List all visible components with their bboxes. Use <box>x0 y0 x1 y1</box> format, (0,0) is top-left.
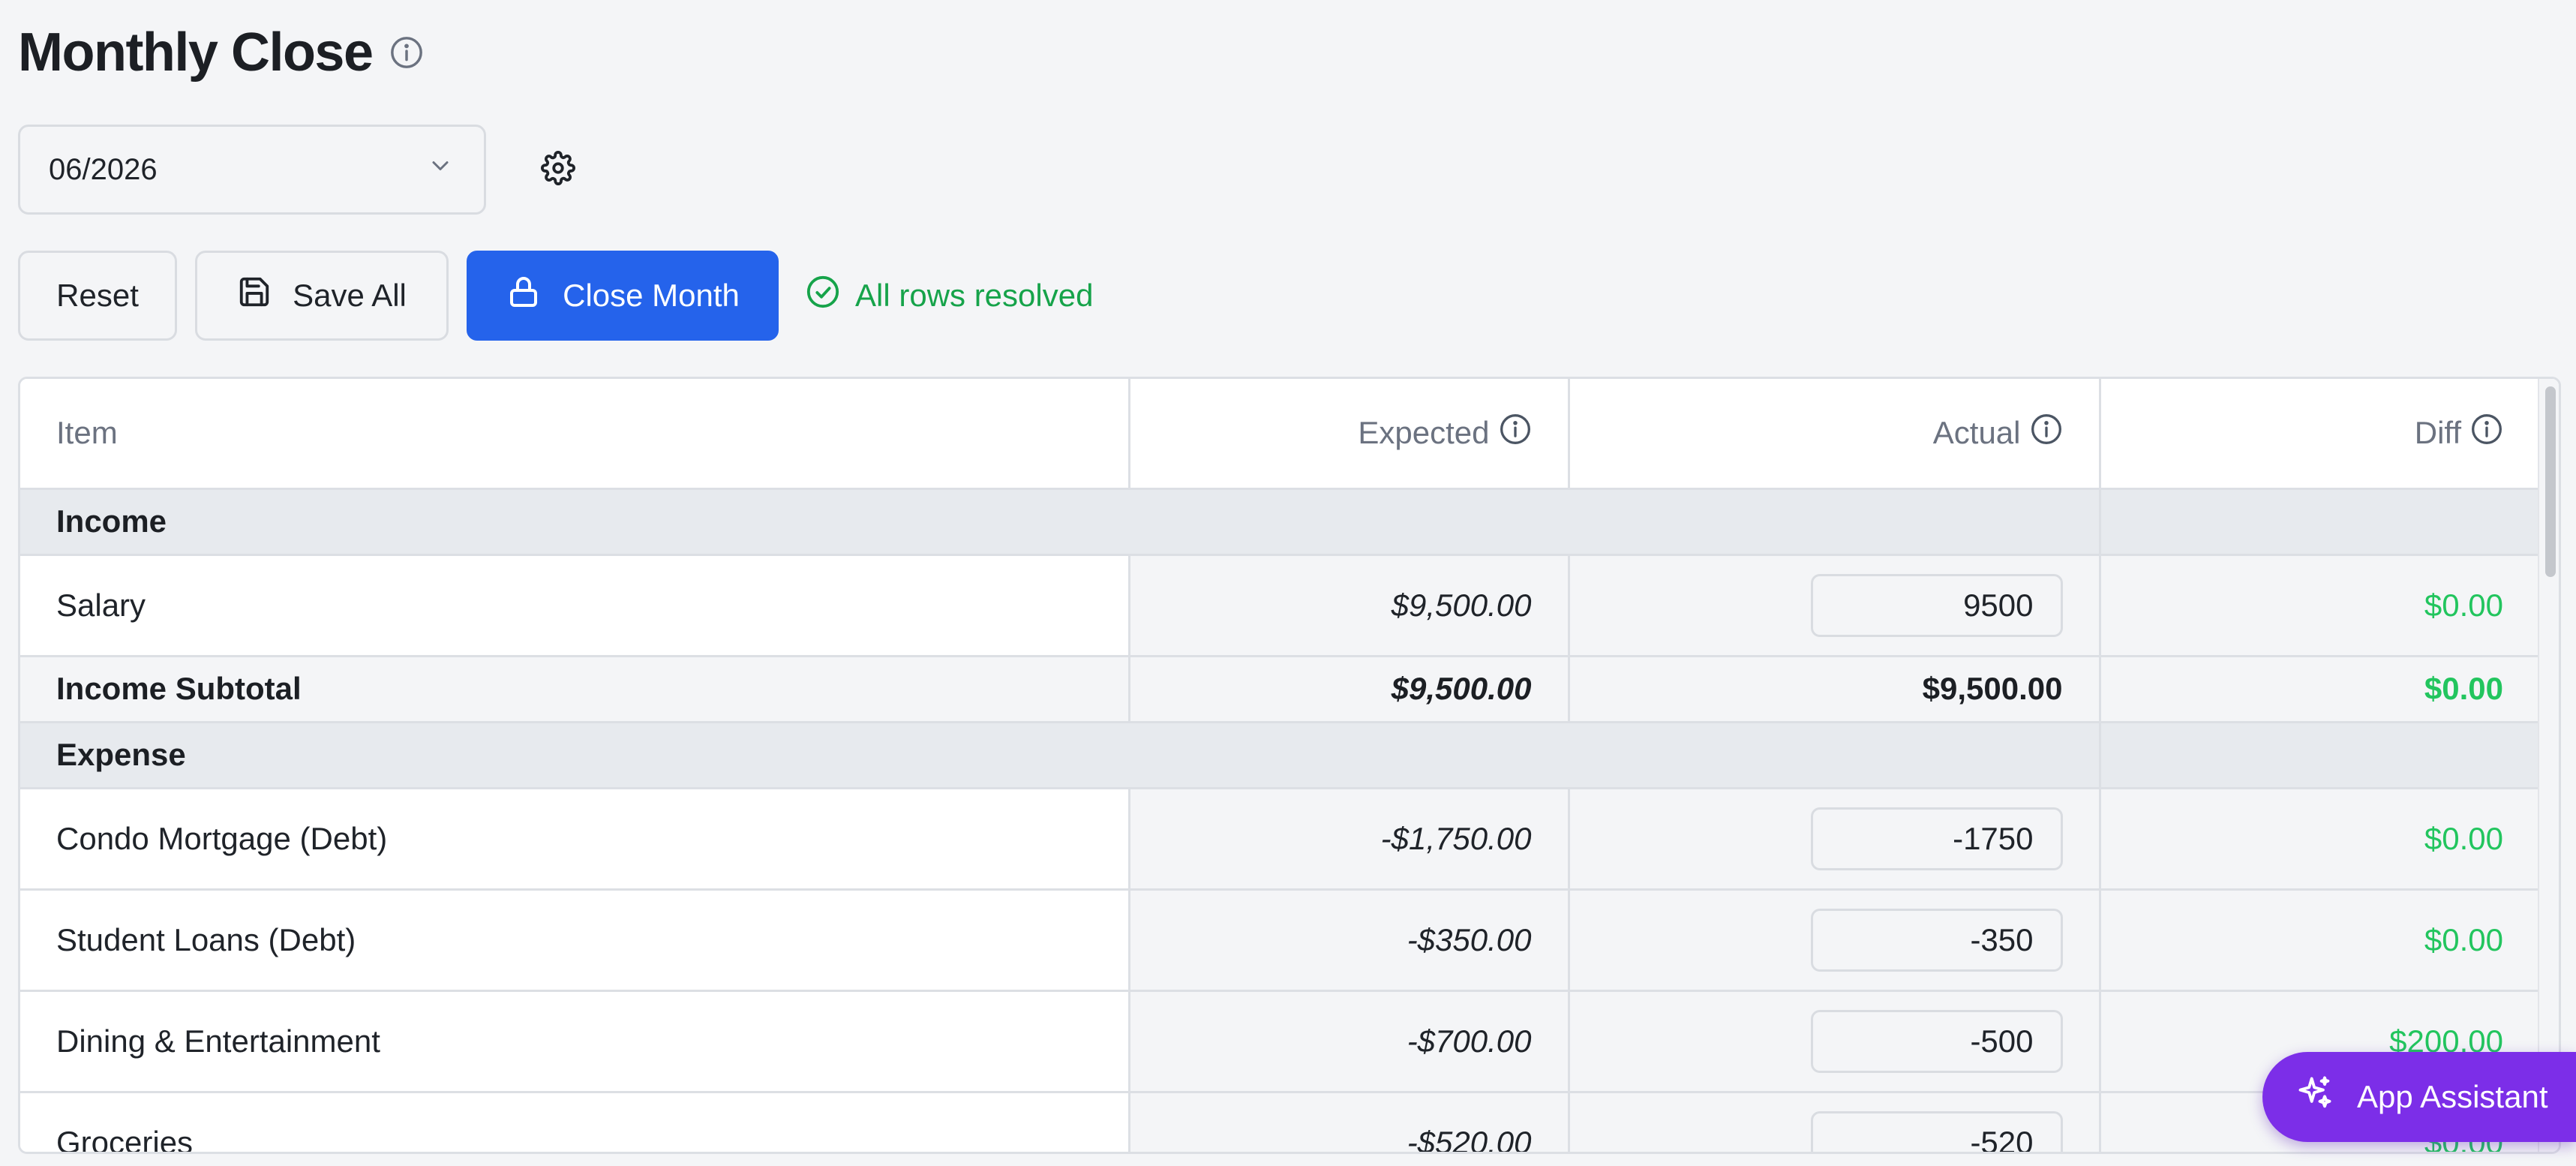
actual-cell <box>1569 554 2101 657</box>
info-icon[interactable] <box>2030 413 2063 453</box>
save-all-button[interactable]: Save All <box>195 251 449 341</box>
scrollbar-thumb[interactable] <box>2545 386 2556 577</box>
month-select-value: 06/2026 <box>49 152 158 186</box>
table-row: Dining & Entertainment -$700.00 $200.00 <box>20 990 2539 1093</box>
expected-value: -$1,750.00 <box>1129 788 1570 891</box>
item-name: Dining & Entertainment <box>20 990 1130 1093</box>
section-cell <box>2100 488 2539 556</box>
table-row: Groceries -$520.00 $0.00 <box>20 1092 2539 1152</box>
actual-cell <box>1569 1092 2101 1152</box>
subtotal-row-income: Income Subtotal $9,500.00 $9,500.00 $0.0… <box>20 656 2539 723</box>
page-header: Monthly Close <box>18 17 424 89</box>
table-row: Condo Mortgage (Debt) -$1,750.00 $0.00 <box>20 788 2539 891</box>
column-header-expected-label: Expected <box>1358 415 1490 451</box>
diff-value: $0.00 <box>2100 554 2539 657</box>
column-header-item: Item <box>20 379 1130 490</box>
actual-cell <box>1569 990 2101 1093</box>
item-name: Student Loans (Debt) <box>20 889 1130 992</box>
expected-value: $9,500.00 <box>1129 554 1570 657</box>
settings-button[interactable] <box>531 143 585 197</box>
close-table: Item Expected Actual Diff Income Salary … <box>18 377 2561 1154</box>
actual-input[interactable] <box>1810 573 2063 637</box>
reset-button[interactable]: Reset <box>18 251 177 341</box>
diff-value: $0.00 <box>2100 788 2539 891</box>
expected-value: -$700.00 <box>1129 990 1570 1093</box>
diff-value: $0.00 <box>2100 889 2539 992</box>
item-name: Groceries <box>20 1092 1130 1152</box>
actual-input[interactable] <box>1810 807 2063 870</box>
actual-input[interactable] <box>1810 1009 2063 1073</box>
status-text: All rows resolved <box>855 278 1094 313</box>
table-row: Student Loans (Debt) -$350.00 $0.00 <box>20 889 2539 992</box>
expected-value: -$350.00 <box>1129 889 1570 992</box>
section-cell <box>1569 722 2101 789</box>
status-message: All rows resolved <box>806 273 1093 318</box>
section-cell <box>1569 488 2101 556</box>
actual-input[interactable] <box>1810 1110 2063 1152</box>
column-header-item-label: Item <box>56 415 118 451</box>
column-header-actual-label: Actual <box>1932 415 2021 451</box>
actual-input[interactable] <box>1810 908 2063 972</box>
info-icon[interactable] <box>1499 413 1532 453</box>
actual-cell <box>1569 788 2101 891</box>
close-month-button[interactable]: Close Month <box>467 251 779 341</box>
close-month-button-label: Close Month <box>563 278 740 313</box>
table-row: Salary $9,500.00 $0.00 <box>20 554 2539 657</box>
check-circle-icon <box>806 275 840 317</box>
page-title: Monthly Close <box>18 23 374 83</box>
section-row-income: Income <box>20 488 2539 556</box>
gear-icon <box>541 150 575 189</box>
expected-value: -$520.00 <box>1129 1092 1570 1152</box>
info-icon[interactable] <box>389 35 424 70</box>
floppy-disk-icon <box>237 275 272 317</box>
subtotal-expected: $9,500.00 <box>1129 656 1570 723</box>
column-header-diff: Diff <box>2100 379 2539 490</box>
column-header-actual: Actual <box>1569 379 2101 490</box>
lock-icon <box>506 274 542 317</box>
column-header-expected: Expected <box>1129 379 1570 490</box>
subtotal-actual: $9,500.00 <box>1569 656 2101 723</box>
save-all-button-label: Save All <box>293 278 407 313</box>
section-label: Income <box>20 488 1569 556</box>
subtotal-diff: $0.00 <box>2100 656 2539 723</box>
reset-button-label: Reset <box>56 278 139 313</box>
section-row-expense: Expense <box>20 722 2539 789</box>
subtotal-label: Income Subtotal <box>20 656 1130 723</box>
app-assistant-button[interactable]: App Assistant <box>2262 1052 2576 1142</box>
info-icon[interactable] <box>2470 413 2503 453</box>
month-select[interactable]: 06/2026 <box>18 125 486 215</box>
column-header-diff-label: Diff <box>2414 415 2461 451</box>
app-assistant-label: App Assistant <box>2357 1079 2548 1114</box>
item-name: Salary <box>20 554 1130 657</box>
table-header-row: Item Expected Actual Diff <box>20 379 2539 490</box>
table-scrollbar[interactable] <box>2538 379 2559 1152</box>
item-name: Condo Mortgage (Debt) <box>20 788 1130 891</box>
section-cell <box>2100 722 2539 789</box>
chevron-down-icon <box>427 152 454 187</box>
section-label: Expense <box>20 722 1569 789</box>
actual-cell <box>1569 889 2101 992</box>
sparkles-icon <box>2295 1074 2334 1120</box>
